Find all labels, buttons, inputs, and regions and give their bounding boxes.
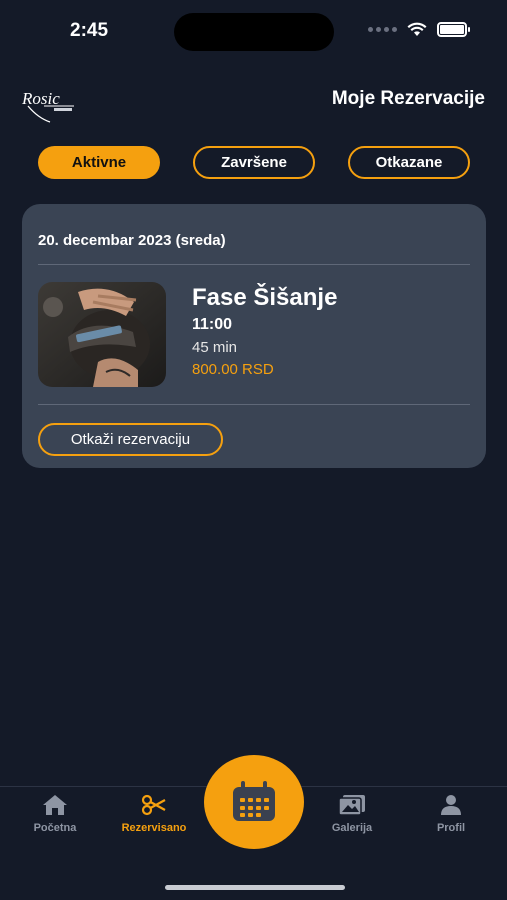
service-time: 11:00 — [192, 316, 233, 333]
scissors-icon — [141, 794, 166, 816]
page-title: Moje Rezervacije — [331, 88, 485, 109]
card-divider — [38, 264, 470, 265]
tab-zavrsene[interactable]: Završene — [193, 146, 315, 179]
service-price: 800.00 RSD — [192, 361, 274, 378]
home-indicator[interactable] — [165, 885, 345, 890]
nav-label: Galerija — [331, 822, 373, 834]
person-icon — [441, 795, 461, 815]
nav-item-rezervisano[interactable]: Rezervisano — [109, 794, 199, 834]
service-name: Fase Šišanje — [192, 284, 338, 311]
cancel-reservation-button[interactable]: Otkaži rezervaciju — [38, 423, 223, 456]
svg-text:Rosic: Rosic — [21, 89, 60, 108]
status-time: 2:45 — [70, 20, 109, 41]
card-divider — [38, 404, 470, 405]
status-icons — [368, 22, 470, 37]
nav-label: Početna — [33, 822, 77, 834]
home-icon — [43, 795, 67, 815]
nav-label: Profil — [436, 822, 466, 834]
signal-icon — [368, 27, 397, 32]
rosic-logo: Rosic — [21, 89, 74, 123]
book-appointment-button[interactable] — [204, 755, 304, 849]
calendar-icon — [233, 781, 275, 821]
tab-aktivne[interactable]: Aktivne — [38, 146, 160, 179]
reservation-date: 20. decembar 2023 (sreda) — [38, 232, 226, 249]
tab-otkazane[interactable]: Otkazane — [348, 146, 470, 179]
nav-item-profil[interactable]: Profil — [406, 794, 496, 834]
nav-label: Rezervisano — [121, 822, 187, 834]
dynamic-island — [174, 13, 334, 51]
nav-item-pocetna[interactable]: Početna — [10, 794, 100, 834]
service-duration: 45 min — [192, 339, 238, 356]
nav-item-galerija[interactable]: Galerija — [307, 794, 397, 834]
gallery-icon — [338, 795, 365, 816]
wifi-icon — [407, 22, 427, 36]
reservation-card: 20. decembar 2023 (sreda) Fase Šišanje 1… — [22, 204, 486, 468]
service-image — [38, 282, 166, 387]
battery-icon — [437, 22, 470, 37]
